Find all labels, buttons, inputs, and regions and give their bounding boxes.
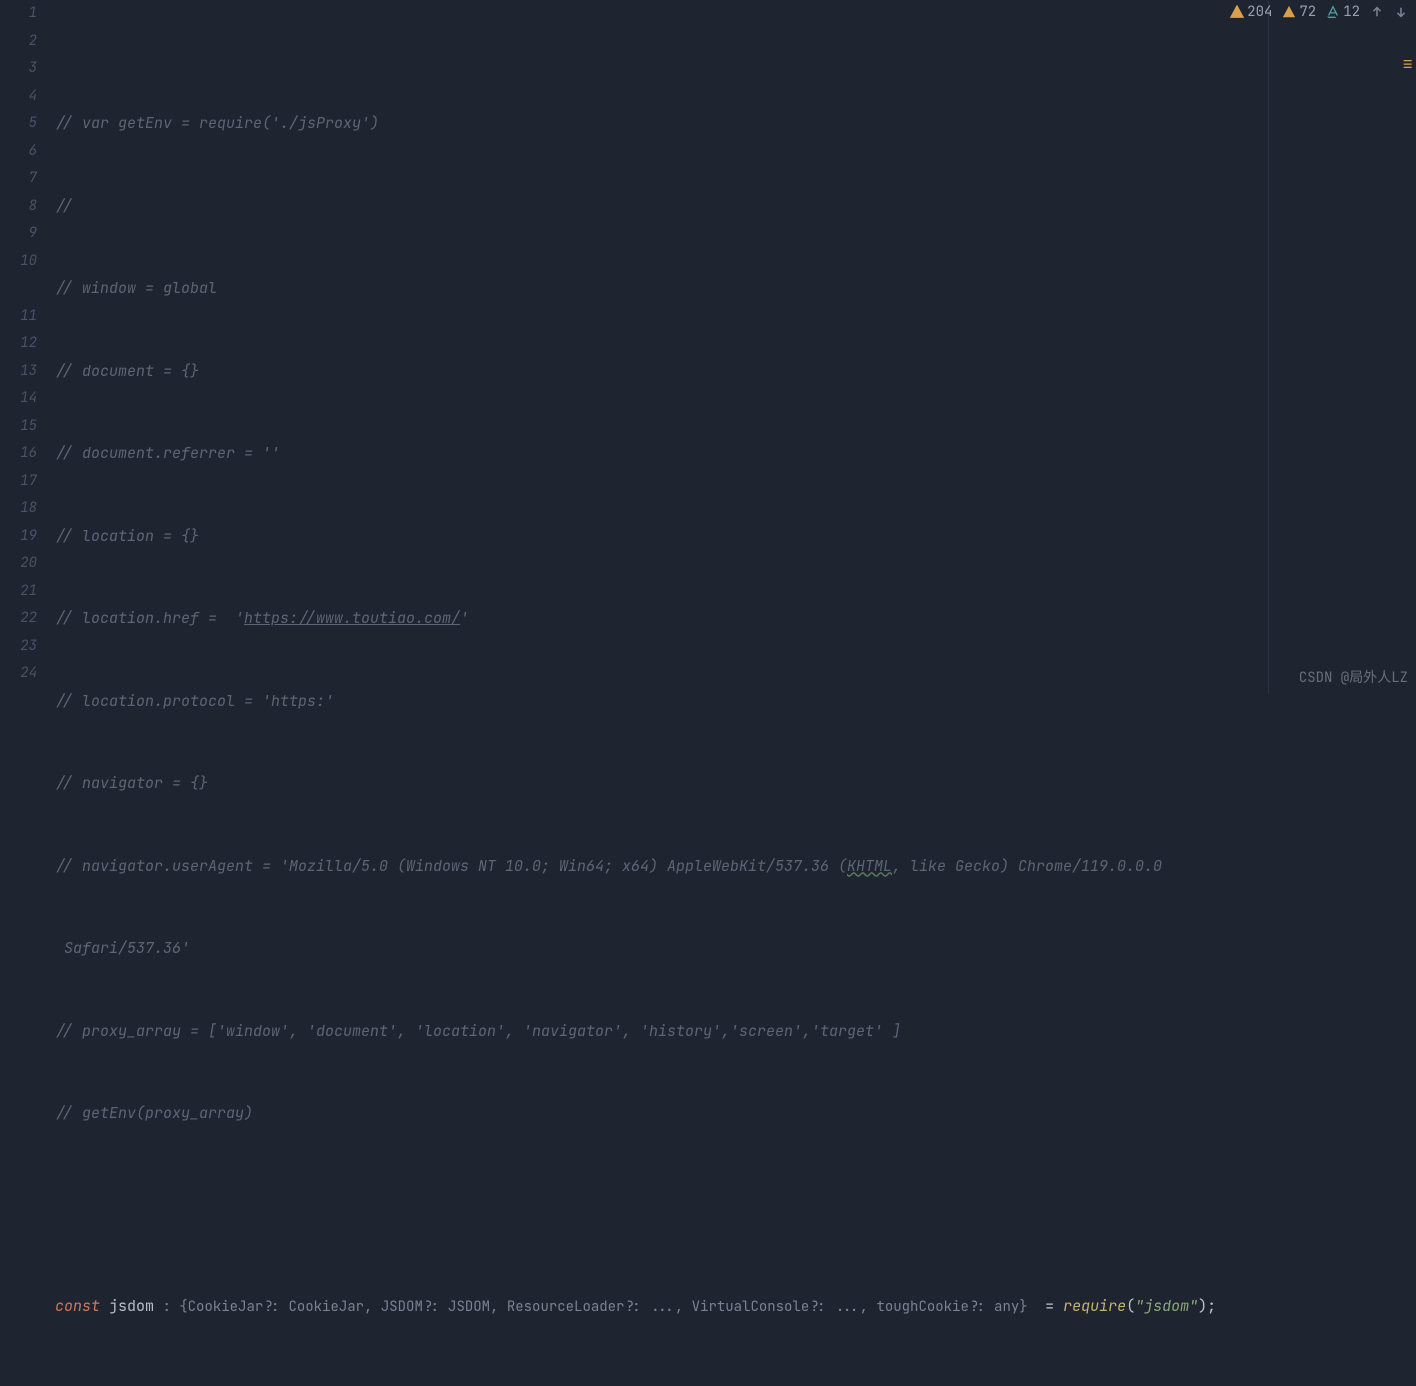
arrow-up-icon — [1370, 5, 1384, 19]
watermark-text: CSDN @局外人LZ — [1299, 667, 1408, 687]
code-text: Safari/537.36' — [55, 938, 190, 958]
code-text: // proxy_array = ['window', 'document', … — [55, 1021, 901, 1041]
typos-count[interactable]: 12 — [1326, 3, 1360, 21]
code-text: // window = global — [55, 278, 217, 298]
prev-highlight[interactable] — [1370, 5, 1384, 19]
code-text: // — [55, 196, 73, 216]
code-line-14: const jsdom : {CookieJar?: CookieJar, JS… — [55, 1293, 1416, 1321]
code-area[interactable]: // var getEnv = require('./jsProxy') // … — [55, 0, 1416, 693]
warning-icon — [1230, 5, 1244, 19]
code-text: // var getEnv = require('./jsProxy') — [55, 113, 379, 133]
code-text: // getEnv(proxy_array) — [55, 1103, 253, 1123]
warning-icon — [1282, 5, 1296, 19]
code-text: // document = {} — [55, 361, 199, 381]
warnings-count-2[interactable]: 72 — [1282, 3, 1316, 21]
arrow-down-icon — [1394, 5, 1408, 19]
inspection-status-bar[interactable]: 204 72 12 — [1230, 3, 1408, 21]
warnings-count-1[interactable]: 204 — [1230, 3, 1272, 21]
code-text: // document.referrer = '' — [55, 443, 280, 463]
margin-line — [1268, 0, 1269, 693]
next-highlight[interactable] — [1394, 5, 1408, 19]
gutter-menu-icon[interactable]: ≡ — [1402, 53, 1413, 76]
code-text: // location = {} — [55, 526, 199, 546]
typo-icon — [1326, 5, 1340, 19]
code-text: // navigator.userAgent = 'Mozilla/5.0 (W… — [55, 856, 1162, 876]
code-editor[interactable]: 123456789101112131415161718192021222324 … — [0, 0, 1416, 693]
line-gutter: 123456789101112131415161718192021222324 — [0, 0, 55, 693]
code-text: // location.protocol = 'https:' — [55, 691, 334, 711]
code-text: // navigator = {} — [55, 773, 208, 793]
code-text: // location.href = 'https://www.toutiao.… — [55, 608, 469, 628]
